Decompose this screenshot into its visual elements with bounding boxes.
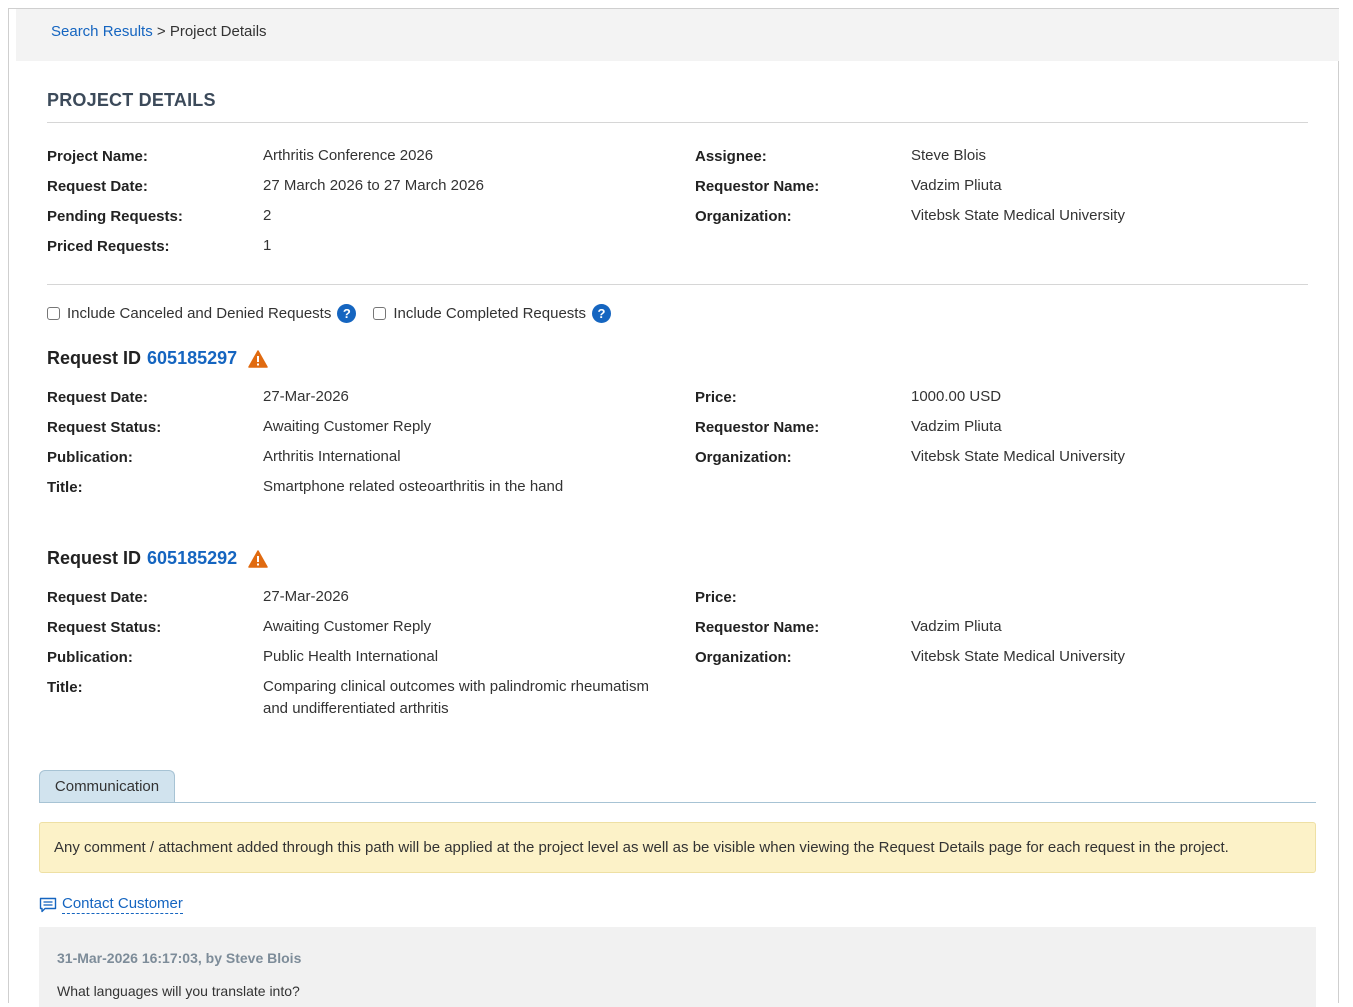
include-completed-label[interactable]: Include Completed Requests: [393, 305, 586, 322]
help-icon[interactable]: ?: [591, 304, 611, 323]
comment-item: 31-Mar-2026 16:17:03, by Steve Blois Wha…: [39, 927, 1316, 1007]
price-label: Price:: [695, 589, 737, 606]
page-title: PROJECT DETAILS: [47, 90, 216, 110]
requestor-name-label: Requestor Name:: [695, 619, 820, 636]
publication-value: Arthritis International: [263, 448, 401, 465]
project-request-date-value: 27 March 2026 to 27 March 2026: [263, 177, 484, 194]
request-date-value: 27-Mar-2026: [263, 388, 349, 405]
breadcrumb: Search Results > Project Details: [51, 23, 267, 40]
organization-value: Vitebsk State Medical University: [911, 448, 1125, 465]
requestor-name-value: Vadzim Pliuta: [911, 618, 1002, 635]
request-id-link[interactable]: 605185297: [147, 348, 237, 369]
publication-label: Publication:: [47, 649, 133, 666]
request-date-value: 27-Mar-2026: [263, 588, 349, 605]
assignee-label: Assignee:: [695, 148, 767, 165]
breadcrumb-current: Project Details: [169, 23, 267, 40]
publication-label: Publication:: [47, 449, 133, 466]
divider: [47, 284, 1308, 285]
assignee-value: Steve Blois: [911, 147, 987, 164]
comment-icon: [39, 897, 57, 912]
filter-row: Include Canceled and Denied Requests ? I…: [47, 304, 628, 323]
tab-communication[interactable]: Communication: [39, 770, 175, 802]
request-date-label: Request Date:: [47, 589, 148, 606]
help-icon[interactable]: ?: [337, 304, 357, 323]
request-status-label: Request Status:: [47, 619, 162, 636]
pending-requests-label: Pending Requests:: [47, 208, 183, 225]
request-status-label: Request Status:: [47, 419, 162, 436]
project-organization-label: Organization:: [695, 208, 792, 225]
include-canceled-label[interactable]: Include Canceled and Denied Requests: [67, 305, 331, 322]
warning-icon: [248, 549, 268, 568]
project-requestor-name-label: Requestor Name:: [695, 178, 820, 195]
comment-meta: 31-Mar-2026 16:17:03, by Steve Blois: [57, 950, 302, 966]
project-request-date-label: Request Date:: [47, 178, 148, 195]
requestor-name-label: Requestor Name:: [695, 419, 820, 436]
include-canceled-checkbox[interactable]: [47, 307, 60, 320]
breadcrumb-separator: >: [156, 23, 166, 40]
request-status-value: Awaiting Customer Reply: [263, 418, 432, 435]
project-name-value: Arthritis Conference 2026: [263, 147, 434, 164]
pending-requests-value: 2: [263, 207, 272, 224]
price-value: 1000.00 USD: [911, 388, 1002, 405]
project-organization-value: Vitebsk State Medical University: [911, 207, 1125, 224]
publication-value: Public Health International: [263, 648, 439, 665]
organization-label: Organization:: [695, 649, 792, 666]
info-notice: Any comment / attachment added through t…: [39, 822, 1316, 873]
organization-value: Vitebsk State Medical University: [911, 648, 1125, 665]
price-label: Price:: [695, 389, 737, 406]
request-id-prefix: Request ID: [47, 348, 142, 368]
request-id-prefix: Request ID: [47, 548, 142, 568]
request-heading: Request ID 605185292: [47, 548, 268, 569]
breadcrumb-search-results-link[interactable]: Search Results: [51, 23, 153, 40]
breadcrumb-bar: Search Results > Project Details: [16, 9, 1339, 61]
notice-text: Any comment / attachment added through t…: [54, 839, 1229, 856]
contact-customer-link[interactable]: Contact Customer: [39, 895, 183, 914]
title-label: Title:: [47, 479, 83, 496]
priced-requests-value: 1: [263, 237, 272, 254]
title-value: Smartphone related osteoarthritis in the…: [263, 478, 564, 495]
divider: [47, 122, 1308, 123]
contact-customer-label[interactable]: Contact Customer: [62, 895, 183, 914]
warning-icon: [248, 349, 268, 368]
request-id-link[interactable]: 605185292: [147, 548, 237, 569]
priced-requests-label: Priced Requests:: [47, 238, 170, 255]
project-requestor-name-value: Vadzim Pliuta: [911, 177, 1002, 194]
project-name-label: Project Name:: [47, 148, 148, 165]
title-value: Comparing clinical outcomes with palindr…: [263, 678, 649, 717]
request-date-label: Request Date:: [47, 389, 148, 406]
requestor-name-value: Vadzim Pliuta: [911, 418, 1002, 435]
request-heading: Request ID 605185297: [47, 348, 268, 369]
request-status-value: Awaiting Customer Reply: [263, 618, 432, 635]
title-label: Title:: [47, 679, 83, 696]
include-completed-checkbox[interactable]: [373, 307, 387, 320]
tab-divider: [39, 802, 1316, 803]
organization-label: Organization:: [695, 449, 792, 466]
